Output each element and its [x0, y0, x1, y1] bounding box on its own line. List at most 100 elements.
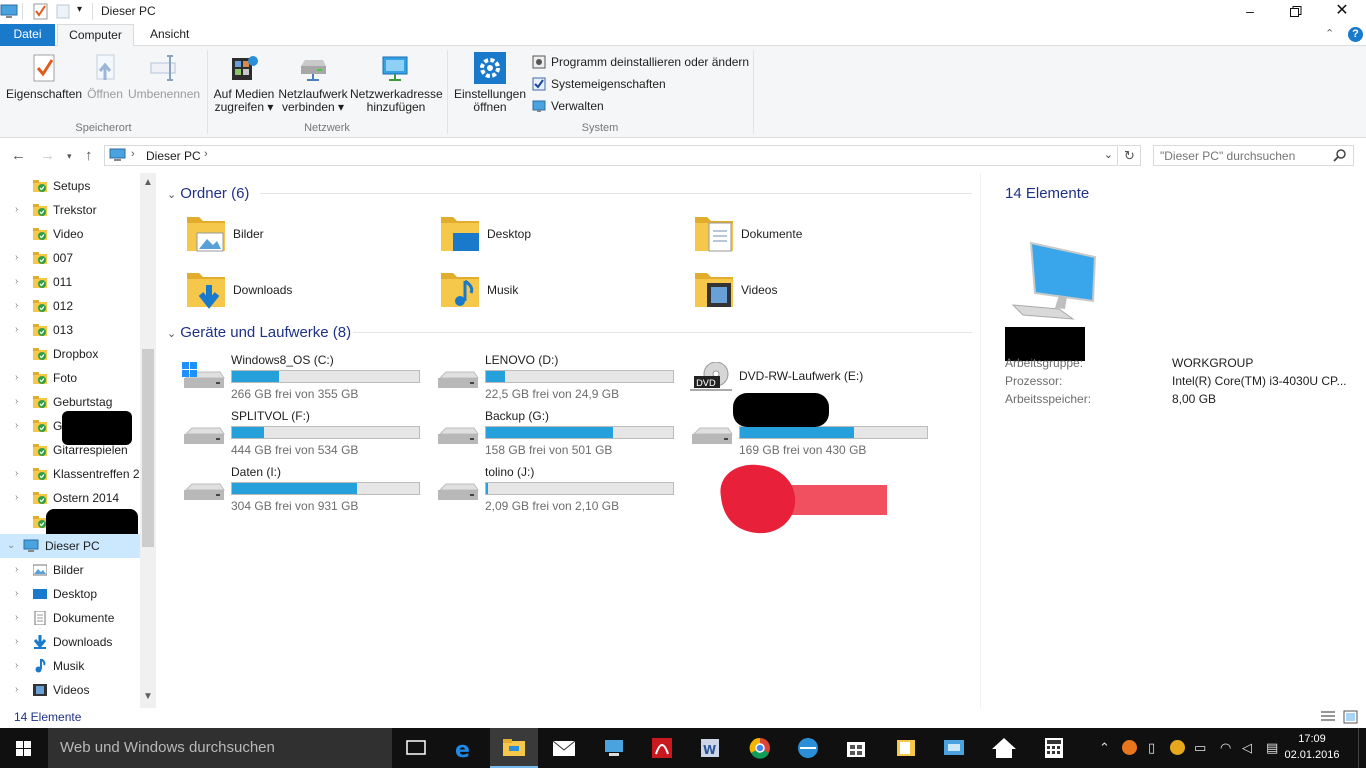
address-dropdown-icon[interactable]: ⌄: [1104, 148, 1113, 161]
taskbar-mail[interactable]: [540, 728, 588, 768]
ribbon-collapse-icon[interactable]: ⌃: [1325, 27, 1334, 40]
umbenennen-button[interactable]: Umbenennen: [128, 52, 200, 101]
forward-button[interactable]: →: [40, 147, 55, 164]
expand-chevron-icon[interactable]: ›: [15, 414, 18, 438]
collapse-chevron-icon[interactable]: ⌄: [167, 189, 176, 201]
expand-chevron-icon[interactable]: ›: [15, 606, 18, 630]
taskbar-acrobat[interactable]: [638, 728, 686, 768]
taskbar-calculator[interactable]: [1030, 728, 1078, 768]
nav-item[interactable]: › Trekstor: [0, 198, 140, 222]
oeffnen-button[interactable]: Öffnen: [84, 52, 126, 101]
scroll-down-arrow[interactable]: ▼: [143, 691, 153, 702]
volume-icon[interactable]: ◁: [1242, 740, 1252, 756]
battery-icon[interactable]: ▭: [1194, 740, 1206, 756]
drive-item[interactable]: Backup (G:) 158 GB frei von 501 GB: [434, 406, 684, 460]
nav-item-desktop[interactable]: › Desktop: [0, 582, 140, 606]
expand-chevron-icon[interactable]: ›: [15, 486, 18, 510]
expand-chevron-icon[interactable]: ›: [15, 246, 18, 270]
nav-item[interactable]: › 013: [0, 318, 140, 342]
task-view-button[interactable]: [392, 728, 440, 768]
expand-chevron-icon[interactable]: ›: [15, 270, 18, 294]
netzlaufwerk-verbinden-button[interactable]: Netzlaufwerk verbinden ▾: [278, 52, 348, 114]
eigenschaften-button[interactable]: Eigenschaften: [6, 52, 82, 101]
nav-item[interactable]: Setups: [0, 174, 140, 198]
large-icons-view-icon[interactable]: [1343, 710, 1359, 724]
nav-item[interactable]: › 007: [0, 246, 140, 270]
verwalten-button[interactable]: Verwalten: [532, 97, 604, 115]
taskbar-edge[interactable]: e: [440, 728, 488, 768]
auf-medien-zugreifen-button[interactable]: Auf Medien zugreifen ▾: [212, 52, 276, 114]
systemeigenschaften-button[interactable]: Systemeigenschaften: [532, 75, 666, 93]
expand-chevron-icon[interactable]: ›: [15, 462, 18, 486]
scroll-up-arrow[interactable]: ▲: [143, 177, 153, 188]
maximize-button[interactable]: [1273, 0, 1319, 24]
customize-qa-dropdown[interactable]: ▾: [77, 4, 82, 15]
nav-item-dokumente[interactable]: › Dokumente: [0, 606, 140, 630]
taskbar-home[interactable]: [980, 728, 1028, 768]
back-button[interactable]: ←: [11, 147, 26, 164]
show-desktop-button[interactable]: [1358, 728, 1366, 768]
nav-item[interactable]: › Foto: [0, 366, 140, 390]
expand-chevron-icon[interactable]: ›: [15, 318, 18, 342]
start-button[interactable]: [0, 728, 48, 768]
expand-chevron-icon[interactable]: ›: [15, 294, 18, 318]
properties-qa-icon[interactable]: [33, 3, 49, 20]
usb-icon[interactable]: ▯: [1148, 740, 1155, 756]
new-folder-qa-icon[interactable]: [56, 3, 70, 20]
up-button[interactable]: ↑: [85, 147, 93, 164]
recent-locations-dropdown[interactable]: ▾: [67, 151, 72, 162]
taskbar-control-panel[interactable]: [930, 728, 978, 768]
tab-datei[interactable]: Datei: [0, 24, 55, 46]
nav-scrollbar[interactable]: ▲ ▼: [140, 173, 156, 708]
taskbar-pc[interactable]: [590, 728, 638, 768]
taskbar-word[interactable]: W: [686, 728, 734, 768]
scroll-thumb[interactable]: [142, 349, 154, 547]
drive-item[interactable]: Windows8_OS (C:) 266 GB frei von 355 GB: [180, 350, 430, 404]
drives-section-header[interactable]: ⌄ Geräte und Laufwerke (8): [167, 324, 351, 341]
expand-chevron-icon[interactable]: ›: [15, 366, 18, 390]
tray-app-icon[interactable]: [1170, 740, 1185, 755]
nav-item-dieser-pc[interactable]: ⌄ Dieser PC: [0, 534, 140, 558]
programm-deinstallieren-button[interactable]: Programm deinstallieren oder ändern: [532, 53, 749, 71]
breadcrumb-dieser-pc[interactable]: Dieser PC: [146, 149, 201, 163]
folder-musik[interactable]: Musik: [439, 267, 679, 315]
drive-item[interactable]: SPLITVOL (F:) 444 GB frei von 534 GB: [180, 406, 430, 460]
tray-app-icon[interactable]: [1122, 740, 1137, 755]
nav-item[interactable]: Dropbox: [0, 342, 140, 366]
search-box[interactable]: [1153, 145, 1354, 166]
taskbar-search-box[interactable]: Web und Windows durchsuchen: [48, 728, 392, 768]
drive-item[interactable]: Daten (I:) 304 GB frei von 931 GB: [180, 462, 430, 516]
details-view-icon[interactable]: [1320, 710, 1336, 724]
nav-item[interactable]: Video: [0, 222, 140, 246]
expand-chevron-icon[interactable]: ›: [15, 654, 18, 678]
taskbar-documents[interactable]: [882, 728, 930, 768]
help-icon[interactable]: ?: [1348, 27, 1363, 42]
expand-chevron-icon[interactable]: ›: [15, 198, 18, 222]
search-input[interactable]: [1160, 146, 1330, 165]
drive-item[interactable]: LENOVO (D:) 22,5 GB frei von 24,9 GB: [434, 350, 684, 404]
collapse-chevron-icon[interactable]: ⌄: [167, 328, 176, 340]
folder-bilder[interactable]: Bilder: [185, 211, 425, 259]
nav-item[interactable]: › 012: [0, 294, 140, 318]
folder-videos[interactable]: Videos: [693, 267, 933, 315]
clock[interactable]: 17:09 02.01.2016: [1282, 731, 1342, 763]
tab-ansicht[interactable]: Ansicht: [140, 24, 198, 46]
expand-chevron-icon[interactable]: ›: [15, 558, 18, 582]
folder-downloads[interactable]: Downloads: [185, 267, 425, 315]
nav-item[interactable]: › Klassentreffen 20: [0, 462, 140, 486]
tab-computer[interactable]: Computer: [57, 24, 134, 47]
taskbar-store[interactable]: [832, 728, 880, 768]
einstellungen-oeffnen-button[interactable]: Einstellungen öffnen: [453, 52, 527, 114]
expand-chevron-icon[interactable]: ›: [15, 678, 18, 702]
address-bar[interactable]: › Dieser PC › ⌄: [104, 145, 1118, 166]
folder-dokumente[interactable]: Dokumente: [693, 211, 933, 259]
drive-item[interactable]: tolino (J:) 2,09 GB frei von 2,10 GB: [434, 462, 684, 516]
taskbar-file-explorer[interactable]: [490, 728, 538, 768]
nav-item-downloads[interactable]: › Downloads: [0, 630, 140, 654]
nav-item-bilder[interactable]: › Bilder: [0, 558, 140, 582]
nav-item-videos[interactable]: › Videos: [0, 678, 140, 702]
expand-chevron-icon[interactable]: ›: [15, 630, 18, 654]
collapse-chevron-icon[interactable]: ⌄: [7, 534, 15, 558]
refresh-button[interactable]: ↻: [1119, 145, 1141, 166]
minimize-button[interactable]: –: [1227, 0, 1273, 24]
